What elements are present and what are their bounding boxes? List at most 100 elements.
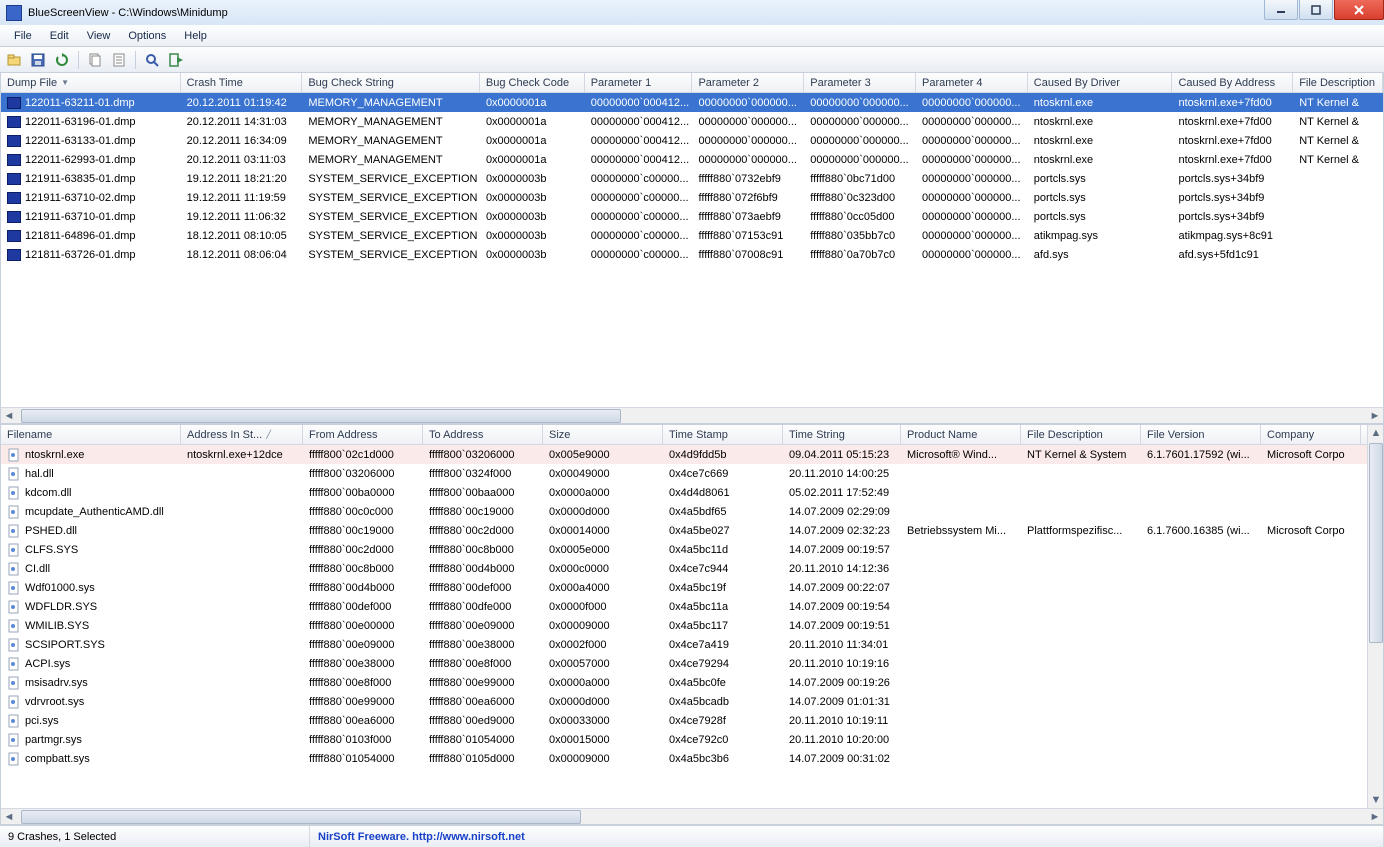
- cell: 00000000`000000...: [916, 247, 1028, 263]
- module-row[interactable]: WDFLDR.SYSfffff880`00def000fffff880`00df…: [1, 597, 1367, 616]
- dump-row[interactable]: 122011-63211-01.dmp20.12.2011 01:19:42ME…: [1, 93, 1383, 112]
- column-header[interactable]: Crash Time: [181, 73, 303, 92]
- module-list-vscroll[interactable]: ▲ ▼: [1367, 425, 1383, 808]
- cell: 20.11.2010 10:19:16: [783, 656, 901, 672]
- cell: MEMORY_MANAGEMENT: [302, 133, 480, 149]
- module-row[interactable]: WMILIB.SYSfffff880`00e00000fffff880`00e0…: [1, 616, 1367, 635]
- dump-list-body[interactable]: 122011-63211-01.dmp20.12.2011 01:19:42ME…: [1, 93, 1383, 407]
- maximize-button[interactable]: [1299, 0, 1333, 20]
- minimize-button[interactable]: [1264, 0, 1298, 20]
- cell: [1141, 586, 1261, 590]
- status-link[interactable]: NirSoft Freeware. http://www.nirsoft.net: [310, 826, 1384, 847]
- cell: 0x0005e000: [543, 542, 663, 558]
- cell: [1261, 643, 1361, 647]
- column-header[interactable]: Filename: [1, 425, 181, 444]
- column-header[interactable]: Caused By Driver: [1028, 73, 1173, 92]
- dump-row[interactable]: 121911-63710-01.dmp19.12.2011 11:06:32SY…: [1, 207, 1383, 226]
- column-header[interactable]: Time Stamp: [663, 425, 783, 444]
- scroll-left-icon[interactable]: ◄: [1, 408, 17, 424]
- column-header[interactable]: Time String: [783, 425, 901, 444]
- properties-button[interactable]: [109, 50, 129, 70]
- cell: 00000000`000000...: [916, 228, 1028, 244]
- scroll-left-icon[interactable]: ◄: [1, 809, 17, 825]
- module-row[interactable]: ACPI.sysfffff880`00e38000fffff880`00e8f0…: [1, 654, 1367, 673]
- scroll-thumb[interactable]: [21, 810, 581, 824]
- menu-options[interactable]: Options: [120, 28, 174, 44]
- column-header[interactable]: Parameter 1: [585, 73, 693, 92]
- cell: fffff880`00e38000: [303, 656, 423, 672]
- dump-row[interactable]: 121811-64896-01.dmp18.12.2011 08:10:05SY…: [1, 226, 1383, 245]
- dump-row[interactable]: 122011-62993-01.dmp20.12.2011 03:11:03ME…: [1, 150, 1383, 169]
- scroll-thumb[interactable]: [21, 409, 621, 423]
- scroll-thumb[interactable]: [1369, 443, 1383, 643]
- titlebar[interactable]: BlueScreenView - C:\Windows\Minidump: [0, 0, 1384, 25]
- column-header[interactable]: To Address: [423, 425, 543, 444]
- column-header[interactable]: Size: [543, 425, 663, 444]
- scroll-right-icon[interactable]: ►: [1367, 809, 1383, 825]
- module-row[interactable]: Wdf01000.sysfffff880`00d4b000fffff880`00…: [1, 578, 1367, 597]
- dump-row[interactable]: 121911-63835-01.dmp19.12.2011 18:21:20SY…: [1, 169, 1383, 188]
- column-header[interactable]: Caused By Address: [1172, 73, 1293, 92]
- module-row[interactable]: CI.dllfffff880`00c8b000fffff880`00d4b000…: [1, 559, 1367, 578]
- cell: fffff880`00e99000: [423, 675, 543, 691]
- copy-button[interactable]: [85, 50, 105, 70]
- column-header[interactable]: Company: [1261, 425, 1361, 444]
- module-row[interactable]: mcupdate_AuthenticAMD.dllfffff880`00c0c0…: [1, 502, 1367, 521]
- module-row[interactable]: ntoskrnl.exentoskrnl.exe+12dcefffff800`0…: [1, 445, 1367, 464]
- module-row[interactable]: partmgr.sysfffff880`0103f000fffff880`010…: [1, 730, 1367, 749]
- menu-help[interactable]: Help: [176, 28, 215, 44]
- cell: 00000000`000000...: [916, 152, 1028, 168]
- module-list-body[interactable]: ntoskrnl.exentoskrnl.exe+12dcefffff800`0…: [1, 445, 1367, 808]
- dump-row[interactable]: 121811-63726-01.dmp18.12.2011 08:06:04SY…: [1, 245, 1383, 264]
- column-header[interactable]: Bug Check String: [302, 73, 480, 92]
- cell: [901, 643, 1021, 647]
- module-row[interactable]: PSHED.dllfffff880`00c19000fffff880`00c2d…: [1, 521, 1367, 540]
- module-row[interactable]: vdrvroot.sysfffff880`00e99000fffff880`00…: [1, 692, 1367, 711]
- module-row[interactable]: msisadrv.sysfffff880`00e8f000fffff880`00…: [1, 673, 1367, 692]
- file-icon: [7, 581, 21, 595]
- column-header[interactable]: Bug Check Code: [480, 73, 585, 92]
- dump-row[interactable]: 121911-63710-02.dmp19.12.2011 11:19:59SY…: [1, 188, 1383, 207]
- column-header[interactable]: Product Name: [901, 425, 1021, 444]
- column-header[interactable]: From Address: [303, 425, 423, 444]
- dump-row[interactable]: 122011-63133-01.dmp20.12.2011 16:34:09ME…: [1, 131, 1383, 150]
- menu-file[interactable]: File: [6, 28, 40, 44]
- save-button[interactable]: [28, 50, 48, 70]
- module-row[interactable]: compbatt.sysfffff880`01054000fffff880`01…: [1, 749, 1367, 768]
- column-header[interactable]: File Description: [1021, 425, 1141, 444]
- menu-view[interactable]: View: [79, 28, 119, 44]
- module-row[interactable]: SCSIPORT.SYSfffff880`00e09000fffff880`00…: [1, 635, 1367, 654]
- module-row[interactable]: kdcom.dllfffff800`00ba0000fffff800`00baa…: [1, 483, 1367, 502]
- sort-desc-icon: ▼: [61, 78, 69, 87]
- module-row[interactable]: CLFS.SYSfffff880`00c2d000fffff880`00c8b0…: [1, 540, 1367, 559]
- column-header[interactable]: Parameter 3: [804, 73, 916, 92]
- nirsoft-link[interactable]: NirSoft Freeware. http://www.nirsoft.net: [318, 831, 525, 843]
- module-file-cell: ACPI.sys: [1, 655, 181, 673]
- dump-row[interactable]: 122011-63196-01.dmp20.12.2011 14:31:03ME…: [1, 112, 1383, 131]
- find-button[interactable]: [142, 50, 162, 70]
- cell: 00000000`000000...: [916, 190, 1028, 206]
- module-list-hscroll[interactable]: ◄ ►: [1, 808, 1383, 824]
- cell: [1021, 491, 1141, 495]
- column-header[interactable]: Parameter 4: [916, 73, 1028, 92]
- scroll-down-icon[interactable]: ▼: [1368, 792, 1384, 808]
- exit-button[interactable]: [166, 50, 186, 70]
- refresh-button[interactable]: [52, 50, 72, 70]
- column-header[interactable]: Address In St...╱: [181, 425, 303, 444]
- close-button[interactable]: [1334, 0, 1384, 20]
- column-header[interactable]: File Version: [1141, 425, 1261, 444]
- dump-list-hscroll[interactable]: ◄ ►: [1, 407, 1383, 423]
- module-row[interactable]: pci.sysfffff880`00ea6000fffff880`00ed900…: [1, 711, 1367, 730]
- scroll-up-icon[interactable]: ▲: [1368, 425, 1384, 441]
- menu-edit[interactable]: Edit: [42, 28, 77, 44]
- open-folder-button[interactable]: [4, 50, 24, 70]
- column-header[interactable]: File Description: [1293, 73, 1383, 92]
- cell: NT Kernel &: [1293, 114, 1383, 130]
- cell: 0x4d4d8061: [663, 485, 783, 501]
- cell: 0x0000003b: [480, 171, 585, 187]
- scroll-right-icon[interactable]: ►: [1367, 408, 1383, 424]
- cell: [181, 548, 303, 552]
- column-header[interactable]: Parameter 2: [692, 73, 804, 92]
- column-header[interactable]: Dump File▼: [1, 73, 181, 92]
- module-row[interactable]: hal.dllfffff800`03206000fffff800`0324f00…: [1, 464, 1367, 483]
